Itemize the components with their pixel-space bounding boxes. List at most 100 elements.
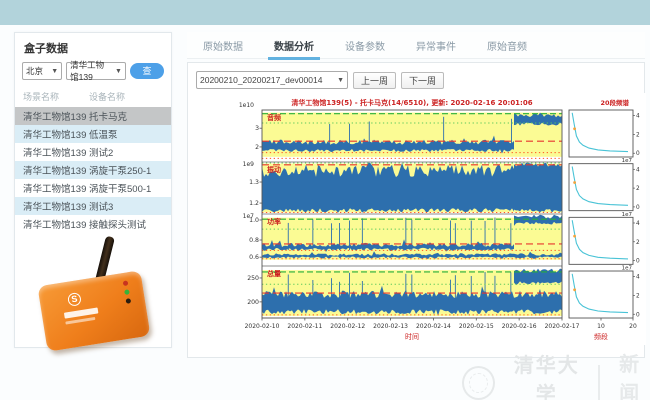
cell-scene-name: 清华工物馆139 [23, 199, 89, 213]
event-spike [450, 280, 451, 300]
table-row[interactable]: 清华工物馆139接触探头测试 [15, 215, 171, 233]
event-spike [471, 276, 472, 300]
event-spike [331, 223, 332, 250]
y-tick-label: 250 [247, 275, 259, 282]
spectrum-y-tick: 2 [636, 240, 640, 246]
event-spike [362, 218, 363, 250]
cell-device-name: 涡旋干泵250-1 [89, 163, 151, 177]
x-tick-label: 2020-02-13 [373, 323, 408, 330]
x-axis-label: 时间 [405, 332, 419, 341]
column-header-device: 设备名称 [89, 90, 125, 103]
event-spike [312, 280, 313, 300]
cell-device-name: 测试2 [89, 145, 113, 159]
toolbar: 20200210_20200217_dev00014 ▼ 上一周 下一周 [188, 63, 644, 89]
tab-item[interactable]: 原始音频 [485, 32, 529, 59]
x-tick-label: 2020-02-15 [459, 323, 494, 330]
y-tick-label: 3 [255, 125, 259, 132]
spectrum-y-tick: 0 [636, 312, 640, 318]
spectrum-y-tick: 0 [636, 205, 640, 211]
table-row[interactable]: 清华工物馆139低温泵 [15, 125, 171, 143]
y-scale-label: 1e10 [239, 102, 254, 109]
spectrum-scale-label: 1e7 [622, 158, 633, 164]
tsinghua-watermark: 清华大学 Tsinghua University 新闻 NEWS [462, 348, 650, 400]
top-header-bar [0, 0, 650, 25]
tab-item[interactable]: 原始数据 [201, 32, 245, 59]
table-row[interactable]: 清华工物馆139测试2 [15, 143, 171, 161]
table-row[interactable]: 清华工物馆139涡旋干泵250-1 [15, 161, 171, 179]
spectrum-title: 20段频谱 [600, 98, 629, 107]
event-spike [510, 223, 511, 250]
prev-week-button[interactable]: 上一周 [353, 72, 396, 89]
x-tick-label: 2020-02-12 [330, 323, 365, 330]
spectrum-scale-label: 1e7 [622, 212, 633, 218]
event-spike [288, 223, 289, 250]
news-logotype: 新闻 NEWS [609, 348, 650, 400]
event-spike [312, 219, 313, 250]
column-header-scene: 场景名称 [23, 90, 89, 103]
spectrum-y-tick: 2 [636, 132, 640, 138]
event-spike [455, 223, 456, 250]
event-spike [349, 273, 350, 300]
tab-bar: 原始数据数据分析设备参数异常事件原始音频 [187, 32, 645, 59]
event-spike [405, 274, 406, 300]
row-label: 总量 [267, 269, 281, 278]
cell-scene-name: 清华工物馆139 [23, 181, 89, 195]
event-spike [369, 122, 370, 148]
region-select-value: 北京 [26, 65, 43, 77]
y-scale-label: 1e7 [243, 213, 255, 220]
event-spike [349, 124, 350, 148]
app-window: 盒子数据 北京 ▼ 清华工物馆139 ▼ 查询 场景名称 设备名称 清华工物馆1… [0, 0, 650, 400]
y-tick-label: 0.8 [249, 237, 259, 244]
device-body: S [37, 270, 150, 351]
y-tick-label: 0.6 [249, 254, 259, 261]
spectrum-x-tick: 10 [597, 323, 605, 330]
table-row[interactable]: 清华工物馆139托卡马克 [15, 107, 171, 125]
tab-active[interactable]: 数据分析 [272, 32, 316, 59]
event-spike [495, 276, 496, 300]
event-spike [339, 282, 340, 300]
cell-device-name: 低温泵 [89, 127, 118, 141]
dataset-select-value: 20200210_20200217_dev00014 [200, 75, 322, 85]
table-row[interactable]: 清华工物馆139涡旋干泵500-1 [15, 179, 171, 197]
next-week-button[interactable]: 下一周 [401, 72, 444, 89]
led-green [124, 289, 130, 295]
device-photo: S [26, 240, 160, 346]
y-tick-label: 1.3 [249, 179, 259, 186]
search-button[interactable]: 查询 [130, 63, 164, 79]
y-tick-label: 200 [247, 299, 259, 306]
news-cn-text: 新闻 [609, 348, 650, 400]
cell-device-name: 托卡马克 [89, 109, 127, 123]
cell-scene-name: 清华工物馆139 [23, 145, 89, 159]
event-spike [405, 218, 406, 250]
tab-item[interactable]: 异常事件 [414, 32, 458, 59]
cell-scene-name: 清华工物馆139 [23, 127, 89, 141]
device-brand-subtext [65, 317, 95, 325]
device-table: 清华工物馆139托卡马克清华工物馆139低温泵清华工物馆139测试2清华工物馆1… [15, 107, 171, 233]
region-select[interactable]: 北京 ▼ [22, 62, 62, 80]
spectrum-y-tick: 4 [636, 221, 640, 227]
table-row[interactable]: 清华工物馆139测试3 [15, 197, 171, 215]
cell-scene-name: 清华工物馆139 [23, 109, 89, 123]
tab-item[interactable]: 设备参数 [343, 32, 387, 59]
event-spike [329, 124, 330, 147]
event-spike [331, 278, 332, 299]
x-tick-label: 2020-02-16 [502, 323, 537, 330]
y-tick-label: 2 [255, 144, 259, 151]
spectrum-y-tick: 4 [636, 275, 640, 281]
signal-series [514, 163, 562, 213]
site-select[interactable]: 清华工物馆139 ▼ [66, 62, 126, 80]
sidebar-title: 盒子数据 [15, 33, 171, 60]
tsinghua-logotype: 清华大学 Tsinghua University [504, 349, 589, 400]
led-dark [125, 298, 131, 304]
row-label: 音频 [267, 113, 281, 122]
dataset-select[interactable]: 20200210_20200217_dev00014 ▼ [196, 71, 348, 89]
row-label: 功率 [267, 217, 281, 226]
led-red [123, 280, 129, 286]
x-tick-label: 2020-02-10 [245, 323, 280, 330]
y-tick-label: 1.2 [249, 200, 259, 207]
event-spike [485, 221, 486, 250]
site-select-value: 清华工物馆139 [70, 59, 112, 83]
event-spike [510, 272, 511, 299]
spectrum-marker [573, 288, 576, 291]
spectrum-axis-label: 频段 [594, 332, 608, 341]
